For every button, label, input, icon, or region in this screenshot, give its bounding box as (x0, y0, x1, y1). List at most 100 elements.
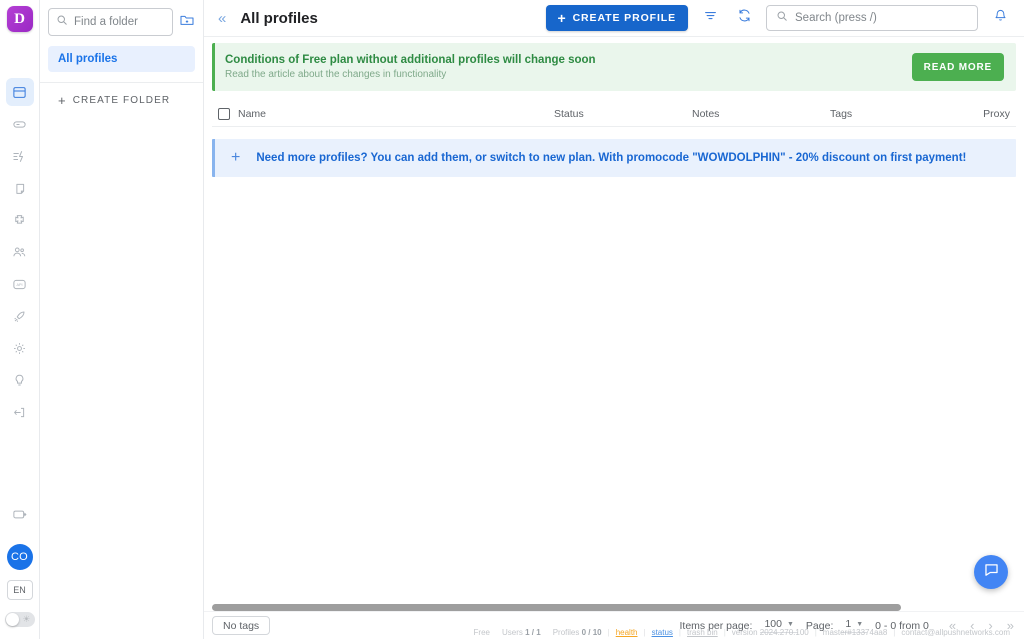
folder-search[interactable] (48, 8, 173, 36)
icon-rail: D API CO EN ☀ (0, 0, 40, 639)
logout-icon (12, 405, 27, 420)
collapse-sidebar-button[interactable]: « (214, 11, 230, 26)
footer-status-link[interactable]: status (646, 628, 679, 637)
sidebar-item-tips[interactable] (6, 366, 34, 394)
footer-profiles: Profiles 0 / 10 (547, 628, 608, 637)
column-header-notes[interactable]: Notes (692, 108, 830, 120)
plus-icon: + (58, 92, 67, 108)
sidebar-item-logout[interactable] (6, 398, 34, 426)
status-link-text[interactable]: status (652, 628, 673, 637)
language-selector[interactable]: EN (6, 580, 33, 600)
footer-users: Users 1 / 1 (496, 628, 547, 637)
footer-users-label: Users (501, 627, 523, 637)
footer-health-link[interactable]: health (610, 628, 644, 637)
extensions-icon (12, 181, 27, 196)
team-icon (12, 245, 27, 260)
sidebar-item-team[interactable] (6, 238, 34, 266)
plus-icon: + (557, 10, 567, 26)
column-header-tags[interactable]: Tags (830, 108, 976, 120)
read-more-button[interactable]: READ MORE (911, 53, 1004, 81)
profiles-table: Name Status Notes Tags Proxy + Need more… (204, 91, 1024, 611)
health-link-text[interactable]: health (616, 628, 638, 637)
new-folder-icon (179, 12, 195, 33)
column-header-status[interactable]: Status (554, 108, 692, 120)
gear-icon (12, 341, 27, 356)
folder-list: All profiles (40, 36, 203, 72)
horizontal-scrollbar[interactable] (212, 604, 1008, 611)
search-box[interactable] (766, 5, 978, 31)
refresh-icon (737, 8, 752, 28)
proxy-icon (12, 117, 27, 132)
footer-build: master#13374aa8 (822, 627, 888, 637)
table-empty-body (212, 177, 1016, 604)
main-area: « All profiles + CREATE PROFILE Search (… (204, 0, 1024, 639)
plan-notice-banner: Conditions of Free plan without addition… (212, 43, 1016, 91)
bulb-icon (12, 373, 27, 388)
rail-bottom-group: CO EN ☀ (4, 500, 35, 639)
notifications-button[interactable] (988, 6, 1012, 30)
banner-text: Conditions of Free plan without addition… (225, 54, 912, 80)
sidebar-item-export[interactable] (6, 500, 34, 528)
avatar[interactable]: CO (6, 544, 33, 570)
app-logo-letter: D (14, 10, 25, 27)
search-icon (776, 9, 788, 27)
avatar-initials: CO (10, 551, 29, 563)
sidebar-item-automation[interactable] (6, 142, 34, 170)
create-profile-button[interactable]: + CREATE PROFILE (545, 5, 688, 31)
select-all-checkbox[interactable] (218, 107, 230, 120)
create-folder-label: CREATE FOLDER (72, 95, 171, 106)
horizontal-scrollbar-thumb[interactable] (212, 604, 901, 611)
footer-users-value: 1 / 1 (525, 627, 541, 637)
create-profile-label: CREATE PROFILE (572, 12, 676, 24)
refresh-button[interactable] (732, 6, 756, 30)
filter-button[interactable] (698, 6, 722, 30)
top-bar: « All profiles + CREATE PROFILE (204, 0, 1024, 37)
banner-subtitle: Read the article about the changes in fu… (225, 69, 447, 80)
footer-contact: contact@allpushnetworks.com (901, 627, 1010, 637)
promo-text: Need more profiles? You can add them, or… (256, 152, 967, 164)
app-logo[interactable]: D (6, 6, 33, 32)
export-icon (12, 507, 27, 522)
rail-nav-group: API (5, 78, 34, 430)
sidebar-item-extensions[interactable] (6, 174, 34, 202)
folder-search-input[interactable] (74, 16, 165, 28)
folder-item-all-profiles[interactable]: All profiles (48, 46, 195, 72)
column-header-proxy[interactable]: Proxy (976, 108, 1016, 120)
browser-profiles-icon (12, 85, 27, 100)
column-header-name[interactable]: Name (238, 108, 554, 120)
page-title: All profiles (240, 9, 318, 27)
plus-icon: + (231, 149, 241, 166)
folders-panel: All profiles + CREATE FOLDER (40, 0, 204, 639)
sidebar-item-plugins[interactable] (6, 206, 34, 234)
chat-support-button[interactable] (974, 555, 1008, 589)
folder-item-label: All profiles (58, 53, 118, 65)
table-header-row: Name Status Notes Tags Proxy (212, 101, 1016, 127)
read-more-label: READ MORE (923, 61, 992, 73)
sidebar-item-browser-profiles[interactable] (5, 78, 34, 106)
rocket-icon (12, 309, 27, 324)
promo-row[interactable]: + Need more profiles? You can add them, … (212, 139, 1016, 177)
footer-plan: Free (473, 627, 490, 637)
footer-version: version 2024.270.100 (731, 627, 809, 637)
sidebar-item-settings[interactable] (6, 334, 34, 362)
sidebar-item-api[interactable]: API (6, 270, 34, 298)
create-folder-button[interactable]: + CREATE FOLDER (40, 83, 203, 118)
filter-icon (703, 8, 718, 28)
svg-text:API: API (16, 283, 22, 287)
select-all-cell (212, 107, 238, 120)
footer-profiles-label: Profiles (552, 627, 580, 637)
footer-profiles-value: 0 / 10 (581, 627, 602, 637)
automation-icon (12, 149, 27, 164)
trash-link-text[interactable]: trash bin (687, 628, 718, 637)
search-input[interactable] (795, 12, 968, 24)
bell-icon (993, 8, 1008, 28)
api-icon: API (12, 277, 27, 292)
app-root: D API CO EN ☀ Find a folder All profiles… (0, 0, 1024, 639)
sidebar-item-proxies[interactable] (6, 110, 34, 138)
sun-icon: ☀ (22, 614, 31, 624)
puzzle-icon (12, 213, 27, 228)
footer-trash-link[interactable]: trash bin (681, 628, 724, 637)
new-folder-button[interactable] (179, 11, 195, 33)
language-label: EN (13, 585, 26, 595)
sidebar-item-quick-start[interactable] (6, 302, 34, 330)
